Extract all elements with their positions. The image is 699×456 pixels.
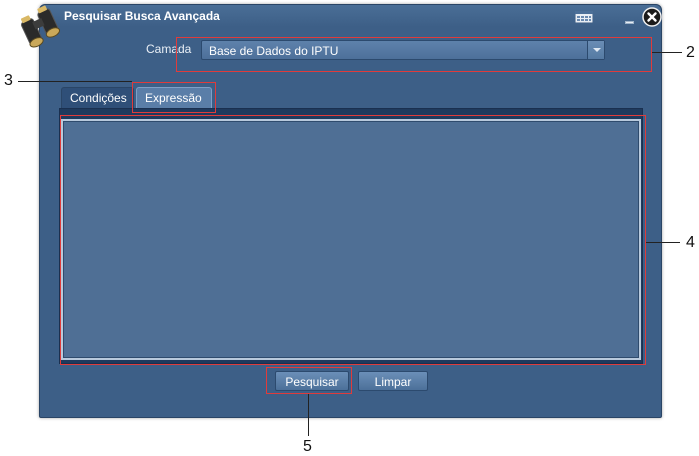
clear-button[interactable]: Limpar <box>358 371 428 391</box>
title-bar[interactable]: Pesquisar Busca Avançada <box>40 5 662 27</box>
binoculars-icon <box>20 5 60 48</box>
annotation-box-2 <box>176 37 652 72</box>
annotation-box-4 <box>60 115 646 365</box>
annotation-number-2: 2 <box>686 44 695 61</box>
annotation-box-3 <box>132 82 216 113</box>
calendar-icon[interactable] <box>575 11 593 23</box>
annotation-leader-5 <box>308 394 309 436</box>
annotation-number-3: 3 <box>4 72 13 89</box>
annotation-leader-4 <box>646 242 680 243</box>
close-icon[interactable] <box>642 7 662 27</box>
tab-conditions[interactable]: Condições <box>61 87 134 108</box>
annotation-number-4: 4 <box>686 234 695 251</box>
annotation-leader-2 <box>652 52 682 53</box>
annotation-number-5: 5 <box>303 438 312 455</box>
minimize-icon[interactable] <box>625 21 634 24</box>
annotation-leader-3 <box>18 81 132 82</box>
annotation-box-5 <box>266 367 352 394</box>
window-title: Pesquisar Busca Avançada <box>64 9 220 23</box>
